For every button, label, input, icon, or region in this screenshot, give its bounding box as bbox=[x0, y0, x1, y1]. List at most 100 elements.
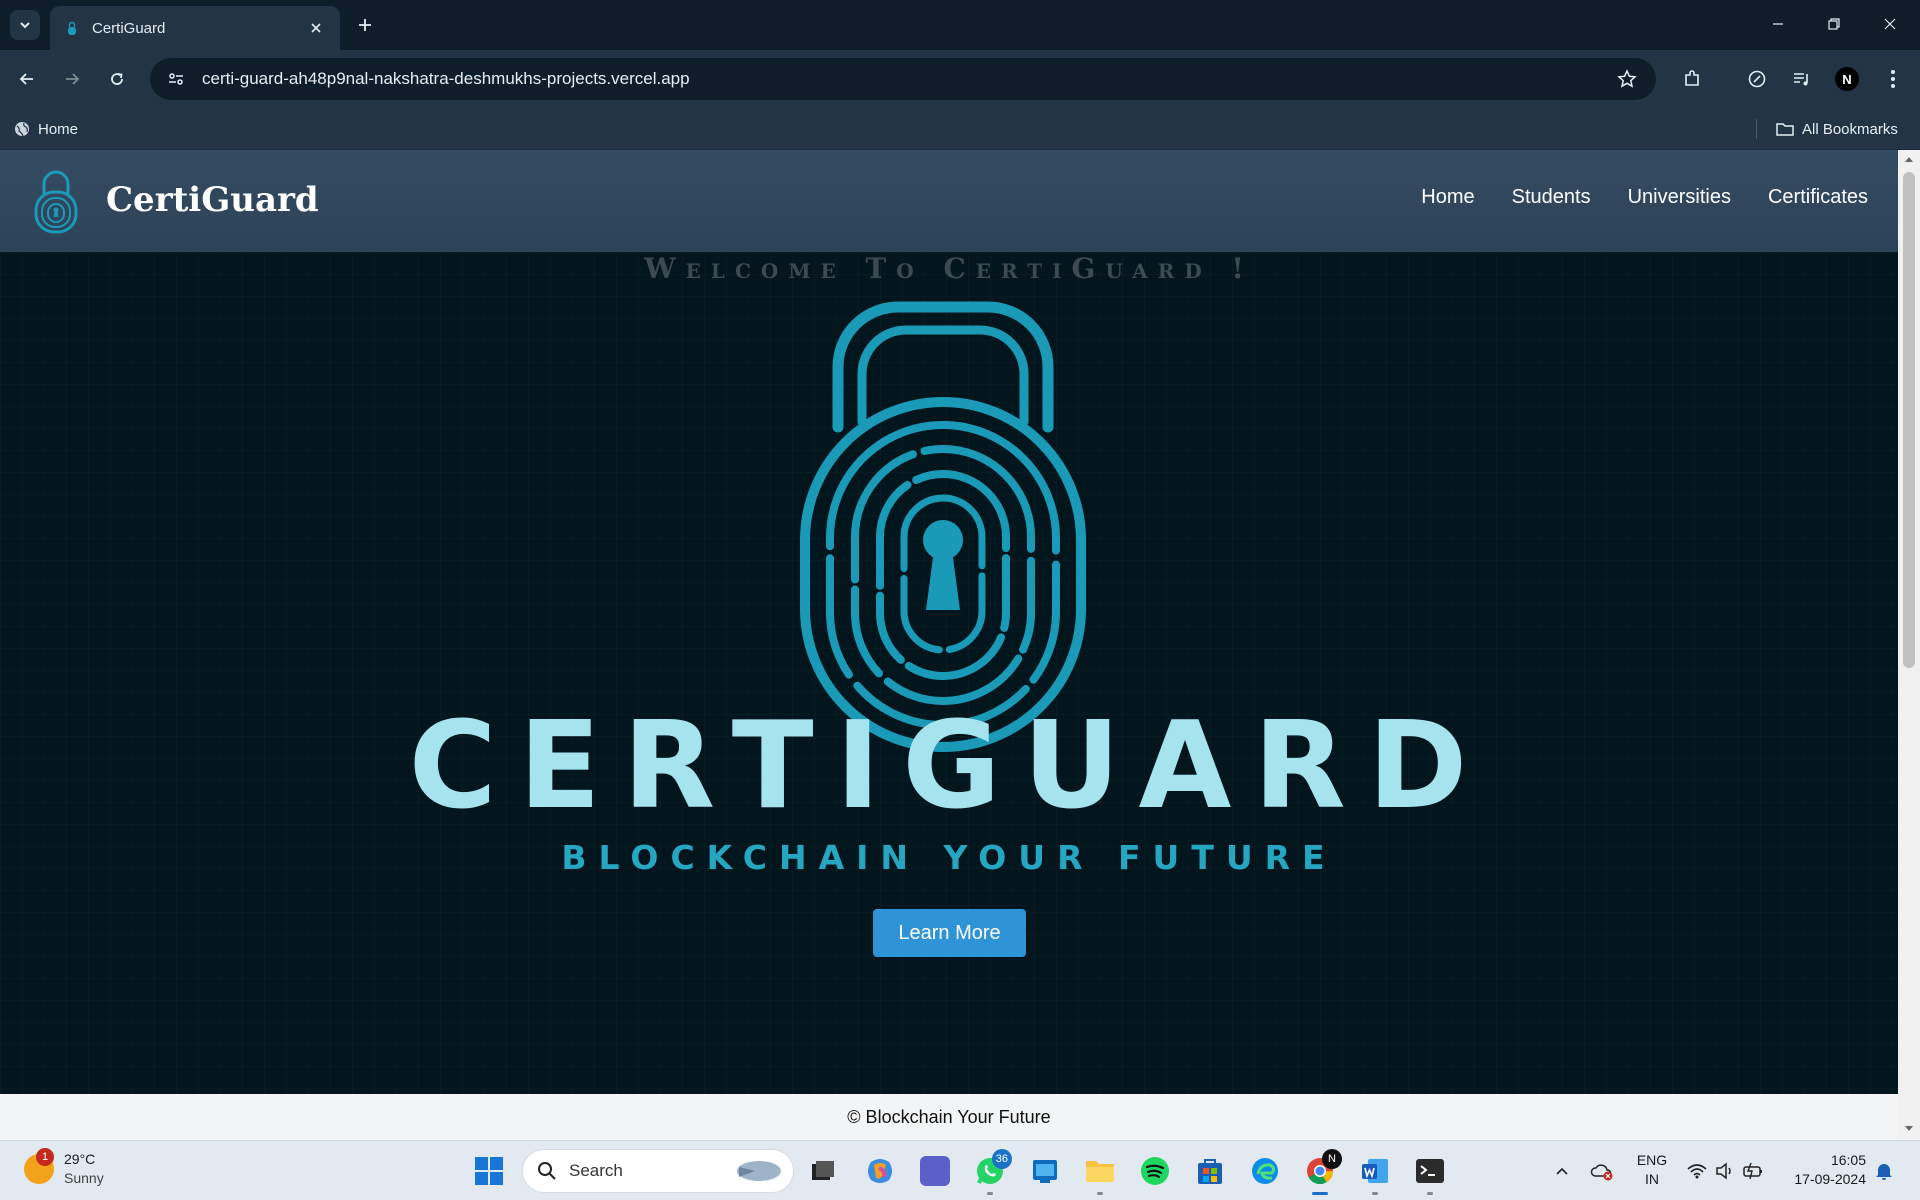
scroll-up-arrow-icon[interactable] bbox=[1904, 154, 1914, 164]
nav-link-home[interactable]: Home bbox=[1421, 186, 1474, 209]
site-info-icon[interactable] bbox=[164, 67, 188, 91]
music-queue-icon bbox=[1794, 73, 1808, 86]
site-header: CertiGuard Home Students Universities Ce… bbox=[0, 150, 1898, 252]
wifi-status[interactable] bbox=[1685, 1159, 1709, 1183]
page-viewport: CertiGuard Home Students Universities Ce… bbox=[0, 150, 1920, 1140]
region-code: IN bbox=[1645, 1171, 1659, 1187]
taskbar-search-placeholder: Search bbox=[569, 1161, 623, 1180]
arrow-right-icon bbox=[66, 73, 80, 85]
profile-avatar[interactable]: N bbox=[1835, 67, 1859, 91]
browser-tab-active[interactable]: CertiGuard bbox=[50, 6, 340, 50]
bookmark-star-icon[interactable] bbox=[1612, 64, 1642, 94]
taskbar-app-blue[interactable] bbox=[1027, 1153, 1063, 1189]
word-icon bbox=[1362, 1159, 1388, 1183]
taskbar-whatsapp[interactable]: 36 bbox=[972, 1149, 1012, 1195]
notifications-button[interactable] bbox=[1872, 1159, 1896, 1183]
spotify-icon bbox=[1141, 1157, 1169, 1185]
taskbar-teams[interactable] bbox=[917, 1153, 953, 1189]
certiguard-logo-icon[interactable] bbox=[32, 170, 80, 234]
weather-widget[interactable]: 1 29°C Sunny bbox=[24, 1148, 104, 1188]
clock-date: 17-09-2024 bbox=[1794, 1171, 1866, 1187]
folder-icon bbox=[1776, 123, 1794, 136]
taskbar-store[interactable] bbox=[1192, 1153, 1228, 1189]
bookmark-home-label: Home bbox=[38, 120, 79, 138]
taskbar-word[interactable] bbox=[1357, 1153, 1393, 1195]
bookmark-home[interactable]: Home bbox=[14, 117, 78, 141]
cloud-error-icon bbox=[1590, 1164, 1613, 1181]
puzzle-icon bbox=[1685, 70, 1699, 86]
running-indicator bbox=[1097, 1192, 1103, 1195]
scroll-down-arrow-icon[interactable] bbox=[1904, 1124, 1914, 1134]
taskbar-edge[interactable] bbox=[1247, 1153, 1283, 1189]
taskbar-file-explorer[interactable] bbox=[1082, 1153, 1118, 1195]
scrollbar-thumb[interactable] bbox=[1903, 172, 1915, 668]
taskbar-terminal[interactable] bbox=[1412, 1153, 1448, 1195]
system-clock[interactable]: 16:05 17-09-2024 bbox=[1780, 1151, 1866, 1189]
all-bookmarks-button[interactable]: All Bookmarks bbox=[1776, 117, 1898, 141]
welcome-heading: Welcome To CertiGuard ! bbox=[644, 252, 1254, 285]
speaker-icon bbox=[1716, 1162, 1731, 1180]
running-indicator bbox=[1427, 1192, 1433, 1195]
globe-icon bbox=[15, 122, 29, 137]
certiguard-favicon-icon bbox=[68, 21, 76, 35]
input-language-indicator[interactable]: ENG IN bbox=[1632, 1151, 1672, 1189]
taskbar-task-view[interactable] bbox=[805, 1153, 841, 1189]
edge-icon bbox=[1252, 1158, 1278, 1184]
site-footer: © Blockchain Your Future bbox=[0, 1094, 1898, 1140]
hero-section: Welcome To CertiGuard ! CERTIGUARD BLOCK… bbox=[0, 252, 1898, 1094]
site-brand-name[interactable]: CertiGuard bbox=[106, 180, 319, 220]
learn-more-button[interactable]: Learn More bbox=[873, 909, 1026, 957]
browser-menu-button[interactable] bbox=[1878, 64, 1908, 94]
url-text[interactable]: certi-guard-ah48p9nal-nakshatra-deshmukh… bbox=[202, 69, 1612, 89]
weather-temperature: 29°C bbox=[64, 1151, 96, 1167]
minimize-icon bbox=[1773, 23, 1783, 25]
restore-button[interactable] bbox=[1806, 0, 1862, 48]
taskbar-spotify[interactable] bbox=[1137, 1153, 1173, 1189]
forward-button[interactable] bbox=[57, 64, 87, 94]
windows-taskbar: 1 29°C Sunny Search 36 N ENG IN 16:05 17… bbox=[0, 1140, 1920, 1200]
nav-link-students[interactable]: Students bbox=[1512, 186, 1591, 209]
bookmarks-bar: Home All Bookmarks bbox=[0, 108, 1920, 150]
taskbar-copilot[interactable] bbox=[862, 1153, 898, 1189]
onedrive-status[interactable] bbox=[1590, 1159, 1614, 1183]
weather-condition: Sunny bbox=[64, 1170, 104, 1186]
restore-icon bbox=[1828, 18, 1840, 30]
extensions-button[interactable] bbox=[1677, 64, 1707, 94]
tab-search-button[interactable] bbox=[10, 10, 40, 40]
nav-link-certificates[interactable]: Certificates bbox=[1768, 186, 1868, 209]
volume-status[interactable] bbox=[1713, 1159, 1737, 1183]
taskbar-search-box[interactable]: Search bbox=[522, 1149, 794, 1193]
active-indicator bbox=[1312, 1192, 1328, 1195]
battery-status[interactable] bbox=[1741, 1159, 1765, 1183]
store-icon bbox=[1198, 1159, 1222, 1184]
taskbar-chrome[interactable]: N bbox=[1302, 1149, 1342, 1195]
reload-button[interactable] bbox=[102, 64, 132, 94]
whatsapp-unread-badge: 36 bbox=[991, 1149, 1012, 1169]
media-controls-button[interactable] bbox=[1787, 64, 1817, 94]
reload-icon bbox=[111, 73, 123, 85]
battery-charging-icon bbox=[1743, 1162, 1762, 1180]
hero-tagline: BLOCKCHAIN YOUR FUTURE bbox=[561, 838, 1337, 877]
folder-icon bbox=[1086, 1161, 1114, 1182]
more-vertical-icon bbox=[1891, 70, 1895, 88]
windows-start-icon[interactable] bbox=[474, 1156, 504, 1186]
tab-strip: CertiGuard bbox=[0, 0, 1920, 50]
weather-alert-badge: 1 bbox=[36, 1148, 54, 1166]
arrow-left-icon bbox=[19, 73, 33, 85]
page-scrollbar[interactable] bbox=[1898, 150, 1920, 1140]
running-indicator bbox=[987, 1192, 993, 1195]
tab-close-icon[interactable] bbox=[306, 18, 326, 38]
performance-button[interactable] bbox=[1742, 64, 1772, 94]
minimize-button[interactable] bbox=[1750, 0, 1806, 48]
all-bookmarks-label: All Bookmarks bbox=[1802, 120, 1898, 138]
close-window-button[interactable] bbox=[1862, 0, 1918, 48]
address-bar[interactable]: certi-guard-ah48p9nal-nakshatra-deshmukh… bbox=[150, 58, 1656, 100]
show-hidden-icons-button[interactable] bbox=[1550, 1159, 1574, 1183]
copilot-icon bbox=[868, 1159, 892, 1183]
back-button[interactable] bbox=[12, 64, 42, 94]
nav-link-universities[interactable]: Universities bbox=[1628, 186, 1731, 209]
plus-icon bbox=[359, 19, 371, 31]
site-nav-menu: Home Students Universities Certificates bbox=[1384, 186, 1868, 209]
new-tab-button[interactable] bbox=[352, 12, 378, 38]
fingerprint-lock-icon bbox=[800, 301, 1086, 752]
